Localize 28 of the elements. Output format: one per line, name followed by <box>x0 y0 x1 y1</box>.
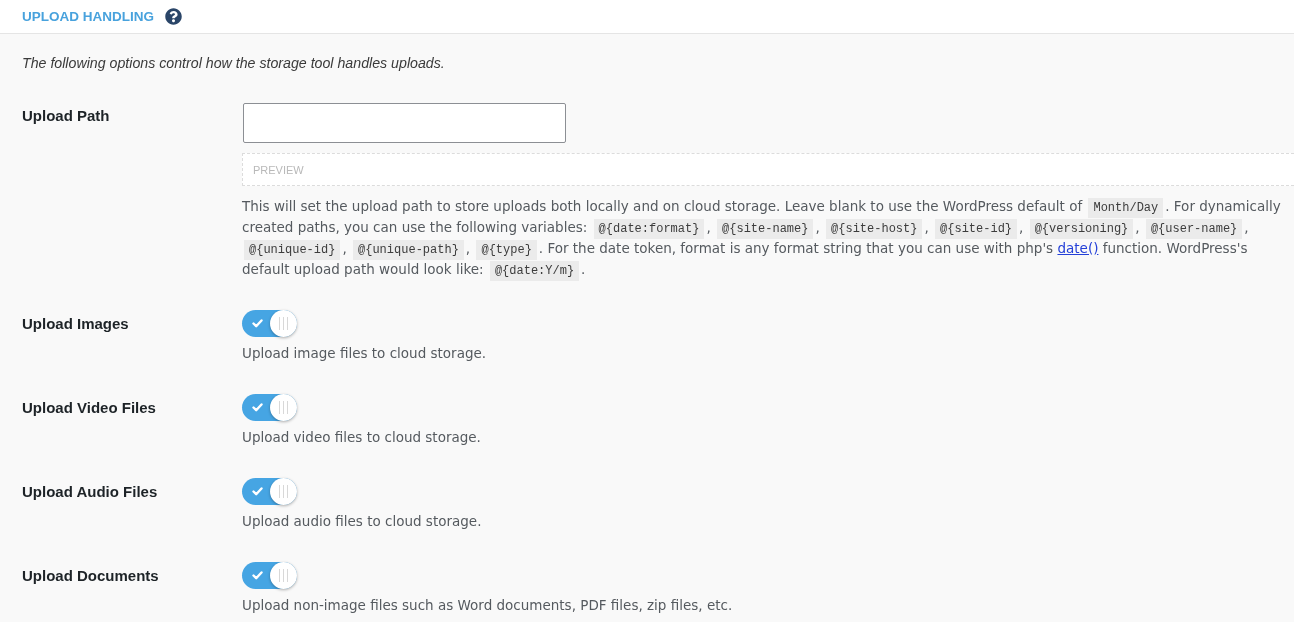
check-icon <box>252 319 263 328</box>
toggle-description: Upload video files to cloud storage. <box>242 428 481 447</box>
toggle-knob <box>270 478 297 505</box>
field-label: Upload Documents <box>21 566 160 586</box>
toggle-description: Upload audio files to cloud storage. <box>242 512 482 531</box>
toggle-knob <box>270 310 297 337</box>
upload-path-field[interactable] <box>243 103 566 143</box>
field-label: Upload Path <box>21 106 111 126</box>
intro-text: The following options control how the storage tool handles uploads. <box>22 54 446 72</box>
toggle-knob <box>270 394 297 421</box>
field-label: Upload Audio Files <box>21 482 159 502</box>
toggle-description: Upload non-image files such as Word documents, PDF files, zip files, etc. <box>242 596 733 615</box>
toggle-description: Upload image files to cloud storage. <box>242 344 487 363</box>
toggle-switch[interactable] <box>242 562 297 589</box>
date-function-link[interactable]: date() <box>1057 240 1099 256</box>
toggle-knob <box>270 562 297 589</box>
check-icon <box>252 487 263 496</box>
preview-label: PREVIEW <box>253 163 304 176</box>
field-label: Upload Images <box>21 314 130 334</box>
toggle-switch[interactable] <box>242 394 297 421</box>
field-description: This will set the upload path to store uploads both locally and on cloud storage. Leave blank to use the WordPress default of Month/Day . For dynamically created paths, you can use the following variables: @{date:format} , @{site-name} , @{site-host} , @{site-id} , @{versioning} , @{user-name} , @{unique-id} , @{unique-path} , @{type} . For the date token, format is any format string that you can use with php's date() function. WordPress's default upload path would look like: @{date:Y/m} . <box>242 196 1292 280</box>
check-icon <box>252 403 263 412</box>
toggle-switch[interactable] <box>242 478 297 505</box>
check-icon <box>252 571 263 580</box>
toggle-switch[interactable] <box>242 310 297 337</box>
section-title: UPLOAD HANDLING <box>22 9 154 24</box>
field-label: Upload Video Files <box>21 398 157 418</box>
help-icon[interactable] <box>165 8 182 25</box>
